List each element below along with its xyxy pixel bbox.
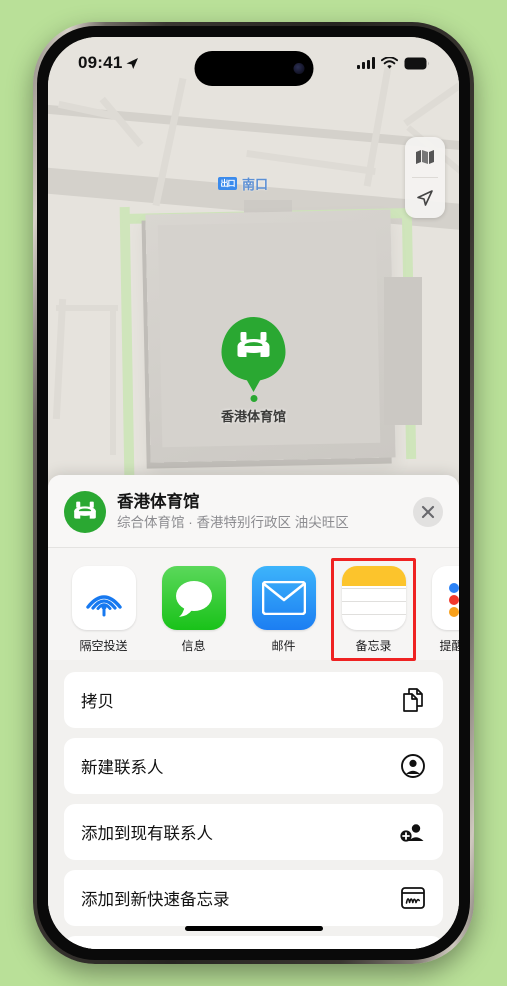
stadium-icon — [64, 491, 106, 533]
map-road — [56, 305, 118, 311]
share-sheet-title: 香港体育馆 — [117, 493, 200, 512]
share-app-label: 提醒事项 — [439, 639, 459, 653]
notes-header-strip — [341, 566, 406, 586]
action-row-new-contact[interactable]: 新建联系人 — [64, 738, 443, 794]
action-row-add-existing-contact[interactable]: 添加到现有联系人 — [64, 804, 443, 860]
stadium-glyph — [74, 501, 96, 519]
front-camera-icon — [293, 63, 304, 74]
dynamic-island — [194, 51, 313, 86]
action-label: 拷贝 — [81, 693, 114, 711]
notes-icon — [341, 566, 406, 630]
notes-rule — [341, 601, 406, 602]
share-app-reminders[interactable]: 提醒事项 — [430, 566, 459, 654]
notes-rule — [341, 588, 406, 589]
messages-icon — [161, 566, 226, 630]
share-action-list[interactable]: 拷贝 新建联系人 添加到现有联系人 添加到新快速备忘录 — [48, 660, 459, 949]
quick-note-icon — [400, 887, 426, 909]
home-indicator[interactable] — [184, 926, 323, 931]
pin-anchor-dot — [249, 395, 257, 402]
airdrop-icon — [71, 566, 136, 630]
action-label: 新建联系人 — [81, 759, 164, 777]
map-entrance-label: 出口 南口 — [218, 174, 268, 193]
share-app-label: 隔空投送 — [79, 639, 128, 653]
close-icon — [421, 505, 435, 519]
map-mode-button[interactable] — [405, 137, 445, 177]
map-icon — [416, 150, 434, 164]
share-app-messages[interactable]: 信息 — [160, 566, 227, 654]
status-time: 09:41 — [78, 53, 123, 72]
share-app-label: 邮件 — [271, 639, 296, 653]
share-sheet-header: 香港体育馆 综合体育馆 · 香港特别行政区 油尖旺区 — [48, 475, 459, 547]
quick-note-glyph — [401, 887, 425, 909]
entrance-label-text: 南口 — [242, 177, 269, 192]
map-pin-label: 香港体育馆 — [220, 409, 287, 424]
map-road — [52, 298, 67, 420]
mail-glyph — [261, 581, 306, 615]
action-label: 添加到新快速备忘录 — [81, 891, 230, 909]
share-sheet-header-texts: 香港体育馆 综合体育馆 · 香港特别行政区 油尖旺区 — [117, 492, 402, 531]
close-button[interactable] — [413, 497, 443, 527]
stadium-pin-icon[interactable] — [221, 317, 286, 381]
entrance-badge-icon: 出口 — [218, 177, 237, 190]
airdrop-glyph — [85, 595, 122, 617]
reminders-icon — [431, 566, 459, 630]
stadium-icon — [237, 332, 270, 357]
battery-icon — [404, 57, 429, 69]
action-row-new-quick-note[interactable]: 添加到新快速备忘录 — [64, 870, 443, 926]
action-row-print[interactable]: 打印 — [64, 936, 443, 949]
wifi-icon — [381, 56, 398, 69]
copy-icon — [400, 688, 426, 712]
mail-icon — [251, 566, 316, 630]
map-park-band — [119, 206, 135, 478]
share-app-row[interactable]: 隔空投送 信息 邮件 备忘录 提醒 — [48, 548, 459, 661]
map-controls[interactable] — [405, 137, 445, 218]
map-pin-group[interactable]: 香港体育馆 — [221, 317, 286, 425]
notes-rule — [341, 614, 406, 615]
phone-frame: 出口 南口 香港体育馆 09:41 香港体育馆 综合体育馆 · 香港特别行政区 … — [33, 22, 474, 964]
location-arrow-icon — [126, 58, 139, 69]
action-row-copy[interactable]: 拷贝 — [64, 672, 443, 728]
share-app-mail[interactable]: 邮件 — [250, 566, 317, 654]
share-app-airdrop[interactable]: 隔空投送 — [70, 566, 137, 654]
map-road — [99, 96, 144, 148]
person-circle-icon — [400, 754, 426, 778]
signal-bars-icon — [357, 57, 375, 69]
phone-bezel: 出口 南口 香港体育馆 09:41 香港体育馆 综合体育馆 · 香港特别行政区 … — [37, 26, 470, 960]
share-app-notes[interactable]: 备忘录 — [331, 558, 416, 661]
phone-screen: 出口 南口 香港体育馆 09:41 香港体育馆 综合体育馆 · 香港特别行政区 … — [48, 37, 459, 949]
action-label: 添加到现有联系人 — [81, 825, 213, 843]
reminders-glyph — [448, 583, 459, 617]
map-road — [110, 305, 116, 455]
share-sheet-subtitle: 综合体育馆 · 香港特别行政区 油尖旺区 — [117, 515, 349, 531]
person-badge-plus-glyph — [400, 824, 424, 842]
share-app-label: 信息 — [181, 639, 206, 653]
person-badge-plus-icon — [400, 820, 426, 844]
person-circle-glyph — [401, 754, 425, 778]
location-arrow-icon — [417, 190, 433, 206]
map-building-annex — [384, 277, 422, 425]
status-bar-right — [357, 56, 429, 70]
map-road — [246, 149, 376, 176]
locate-me-button[interactable] — [405, 178, 445, 218]
share-app-label: 备忘录 — [355, 639, 392, 653]
share-sheet: 香港体育馆 综合体育馆 · 香港特别行政区 油尖旺区 隔空投送 信息 邮件 备忘… — [48, 475, 459, 949]
copy-glyph — [403, 688, 423, 712]
status-bar-left: 09:41 — [78, 53, 139, 73]
messages-glyph — [175, 581, 212, 617]
